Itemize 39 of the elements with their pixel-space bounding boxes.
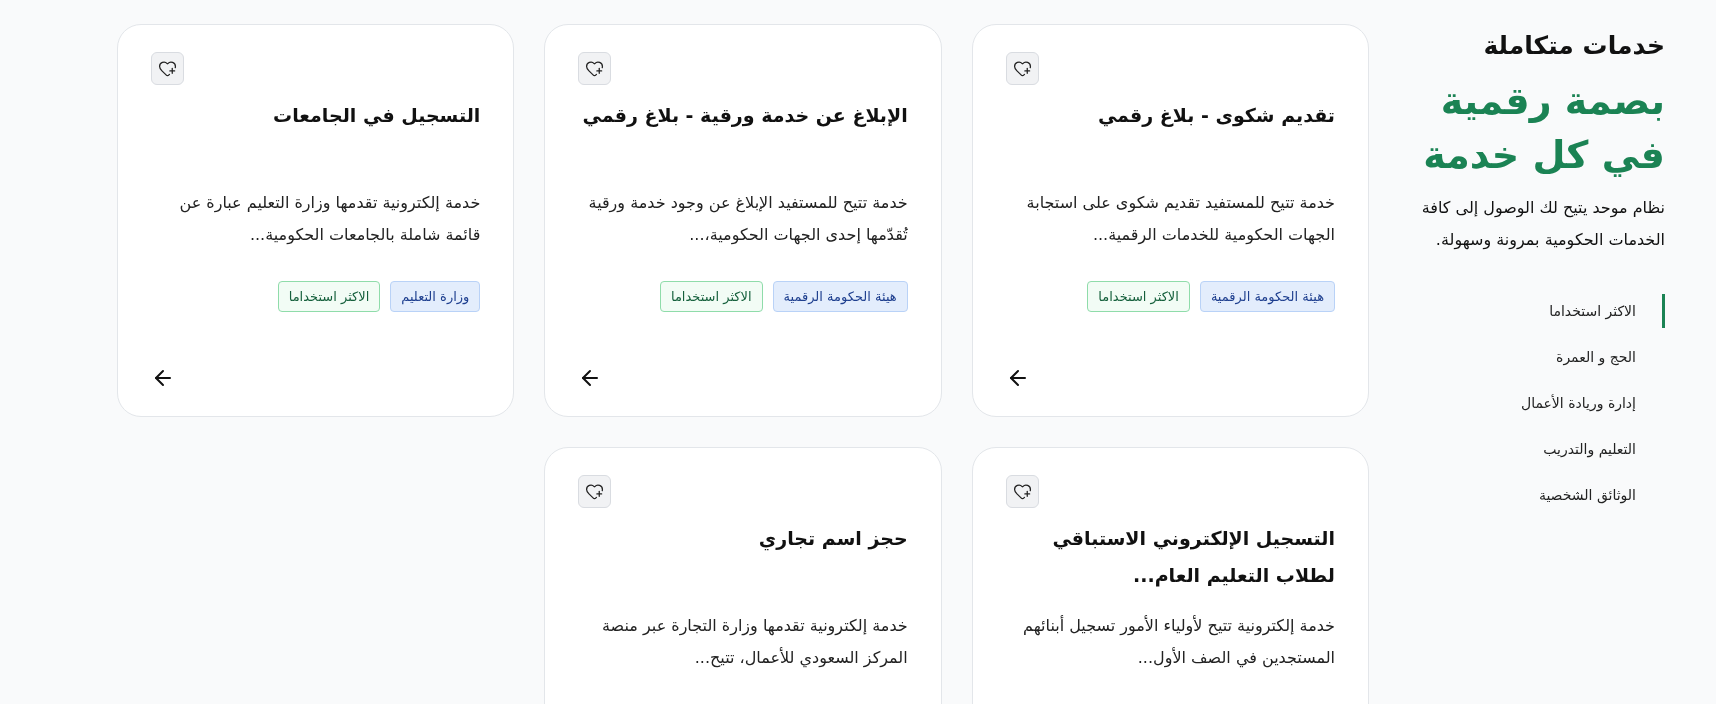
service-tag: الاكثر استخداما <box>659 281 763 312</box>
service-tag: هيئة الحكومة الرقمية <box>1199 281 1335 312</box>
favorite-button[interactable] <box>578 52 612 85</box>
category-tab[interactable]: إدارة وريادة الأعمال <box>1393 386 1665 420</box>
service-tag: الاكثر استخداما <box>1087 281 1190 312</box>
service-description: خدمة إلكترونية تتيح لأولياء الأمور تسجيل أبنائهم المستجدين في الصف الأول... <box>1022 614 1335 670</box>
favorite-button[interactable] <box>151 52 184 85</box>
category-tab[interactable]: الاكثر استخداما <box>1393 294 1665 328</box>
heart-plus-icon <box>585 482 605 501</box>
service-description: خدمة تتيح للمستفيد تقديم شكوى على استجابة الجهات الحكومية للخدمات الرقمية... <box>1025 192 1335 247</box>
section-headline: بصمة رقمية في كل خدمة <box>1422 78 1665 179</box>
service-description: خدمة إلكترونية تقدمها وزارة التعليم عبارة عن قائمة شاملة بالجامعات الحكومية... <box>178 192 481 247</box>
service-title: تقديم شكوى - بلاغ رقمي <box>1096 103 1335 129</box>
heart-plus-icon <box>585 59 605 78</box>
favorite-button[interactable] <box>578 475 612 508</box>
favorite-button[interactable] <box>1005 52 1039 85</box>
category-tab[interactable]: التعليم والتدريب <box>1393 432 1665 466</box>
service-title: التسجيل الإلكتروني الاستباقي لطلاب التعليم العام... <box>1051 526 1335 589</box>
service-tag: وزارة التعليم <box>390 281 481 312</box>
heart-plus-icon <box>1012 482 1032 501</box>
service-title: الإبلاغ عن خدمة ورقية - بلاغ رقمي <box>581 103 908 129</box>
section-eyebrow: خدمات متكاملة <box>1482 30 1665 62</box>
service-card[interactable]: الإبلاغ عن خدمة ورقية - بلاغ رقمي خدمة تتيح للمستفيد الإبلاغ عن وجود خدمة ورقية تُقدّمها إحدى الجهات الحكومية،... هيئة الحكومة الرقمية الاكثر استخداما <box>544 24 942 417</box>
service-description: خدمة إلكترونية تقدمها وزارة التجارة عبر منصة المركز السعودي للأعمال، تتيح... <box>601 615 908 670</box>
heart-plus-icon <box>1012 59 1032 78</box>
service-card[interactable]: التسجيل في الجامعات خدمة إلكترونية تقدمها وزارة التعليم عبارة عن قائمة شاملة بالجامعات الحكومية... وزارة التعليم الاكثر استخداما <box>117 24 515 417</box>
section-description: نظام موحد يتيح لك الوصول إلى كافة الخدمات الحكومية بمرونة وسهولة. <box>1420 197 1665 252</box>
service-description: خدمة تتيح للمستفيد الإبلاغ عن وجود خدمة ورقية تُقدّمها إحدى الجهات الحكومية،... <box>587 192 908 247</box>
category-tab[interactable]: الحج و العمرة <box>1393 340 1665 374</box>
service-card[interactable]: تقديم شكوى - بلاغ رقمي خدمة تتيح للمستفيد تقديم شكوى على استجابة الجهات الحكومية للخدمات الرقمية... هيئة الحكومة الرقمية الاكثر استخداما <box>971 24 1369 417</box>
service-title: التسجيل في الجامعات <box>272 103 481 129</box>
heart-plus-icon <box>158 59 177 78</box>
favorite-button[interactable] <box>1005 475 1039 508</box>
service-tag: الاكثر استخداما <box>277 281 381 312</box>
service-card[interactable]: التسجيل الإلكتروني الاستباقي لطلاب التعليم العام... خدمة إلكترونية تتيح لأولياء الأمور تسجيل أبنائهم المستجدين في الصف الأول... <box>971 447 1369 704</box>
service-card[interactable]: حجز اسم تجاري خدمة إلكترونية تقدمها وزارة التجارة عبر منصة المركز السعودي للأعمال، تتيح... <box>544 447 942 704</box>
service-tag: هيئة الحكومة الرقمية <box>772 281 908 312</box>
category-tab[interactable]: الوثائق الشخصية <box>1393 478 1665 512</box>
service-title: حجز اسم تجاري <box>757 526 908 553</box>
